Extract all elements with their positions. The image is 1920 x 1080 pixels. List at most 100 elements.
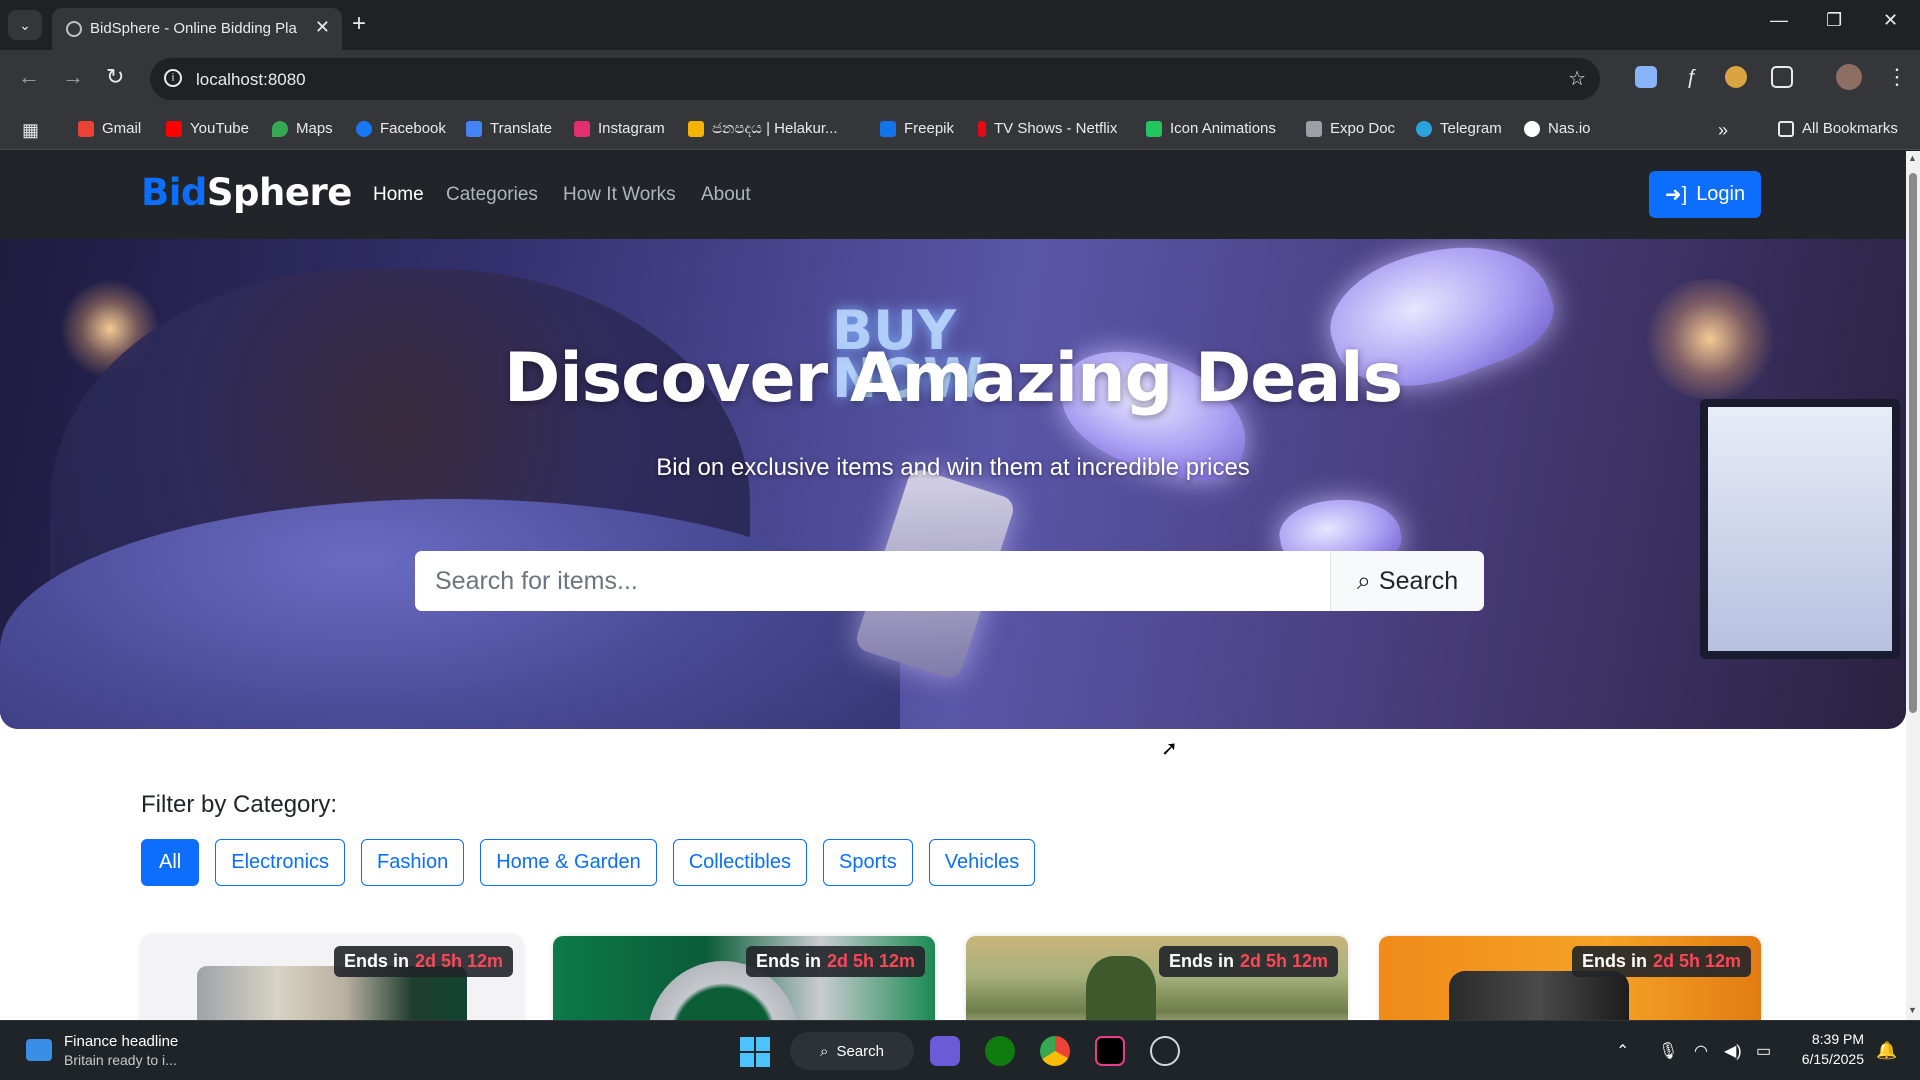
news-subtitle[interactable]: Britain ready to i... — [64, 1052, 177, 1068]
page-scrollbar[interactable]: ▲ ▼ — [1906, 151, 1920, 1020]
netflix-icon — [978, 120, 986, 137]
more-bookmarks-icon[interactable]: » — [1718, 120, 1728, 141]
search-icon: ⌕ — [820, 1042, 829, 1060]
hero-subtitle: Bid on exclusive items and win them at i… — [656, 454, 1250, 481]
bookmark-helakuru[interactable]: ජනපදය | Helakur... — [688, 120, 838, 137]
reload-icon[interactable]: ↻ — [106, 64, 124, 90]
bookmark-telegram[interactable]: Telegram — [1416, 120, 1502, 137]
battery-icon[interactable]: ▭ — [1756, 1041, 1771, 1061]
tab-title: BidSphere - Online Bidding Pla — [90, 20, 297, 37]
camera-image — [1449, 971, 1629, 1020]
extension-cookie-icon[interactable] — [1725, 66, 1747, 88]
youtube-icon — [166, 120, 182, 137]
filter-home-garden[interactable]: Home & Garden — [480, 839, 657, 886]
tray-overflow-icon[interactable]: ⌃ — [1616, 1041, 1629, 1061]
scroll-down-icon[interactable]: ▼ — [1908, 1005, 1917, 1015]
ends-in-badge: Ends in 2d 5h 12m — [1571, 946, 1751, 977]
news-headline[interactable]: Finance headline — [64, 1033, 178, 1050]
globe-icon — [66, 21, 82, 37]
bookmark-facebook[interactable]: Facebook — [356, 120, 446, 137]
nav-home[interactable]: Home — [373, 184, 424, 206]
filter-collectibles[interactable]: Collectibles — [672, 839, 807, 886]
notification-icon[interactable]: 🔔 — [1876, 1041, 1897, 1061]
xbox-icon[interactable] — [985, 1036, 1015, 1066]
bookmark-icon-animations[interactable]: Icon Animations — [1146, 120, 1276, 137]
ends-in-badge: Ends in 2d 5h 12m — [745, 946, 925, 977]
desk-monitor — [1700, 399, 1900, 659]
scroll-thumb[interactable] — [1909, 173, 1917, 713]
instagram-icon — [574, 120, 590, 137]
expo-icon — [1306, 120, 1322, 137]
restore-icon[interactable]: ❐ — [1826, 10, 1842, 31]
address-bar[interactable]: i localhost:8080 ☆ — [150, 58, 1600, 100]
taskbar-search[interactable]: ⌕ Search — [790, 1032, 914, 1070]
telegram-icon — [1416, 120, 1432, 137]
site-logo[interactable]: BidSphere — [141, 171, 352, 214]
url-text[interactable]: localhost:8080 — [196, 70, 306, 90]
all-bookmarks[interactable]: All Bookmarks — [1778, 120, 1898, 137]
category-filters: All Electronics Fashion Home & Garden Co… — [141, 839, 1036, 886]
freepik-icon — [880, 120, 896, 137]
screen-recorder-icon[interactable] — [930, 1036, 960, 1066]
filter-sports[interactable]: Sports — [822, 839, 913, 886]
hero-title: Discover Amazing Deals — [503, 339, 1403, 418]
extensions-puzzle-icon[interactable] — [1771, 66, 1793, 88]
bookmark-netflix[interactable]: TV Shows - Netflix — [978, 120, 1117, 137]
new-tab-icon[interactable]: + — [352, 10, 366, 38]
bookmark-translate[interactable]: Translate — [466, 120, 552, 137]
bookmark-star-icon[interactable]: ☆ — [1568, 66, 1586, 91]
bookmark-expo-doc[interactable]: Expo Doc — [1306, 120, 1395, 137]
obs-icon[interactable] — [1150, 1036, 1180, 1066]
filter-all[interactable]: All — [141, 839, 200, 886]
bookmarks-bar: ▦ Gmail YouTube Maps Facebook Translate … — [0, 108, 1920, 150]
bookmark-instagram[interactable]: Instagram — [574, 120, 665, 137]
search-icon: ⌕ — [1356, 566, 1371, 595]
profile-avatar[interactable] — [1836, 64, 1862, 90]
news-widget-icon[interactable] — [26, 1039, 52, 1061]
bookmark-nasio[interactable]: Nas.io — [1524, 120, 1591, 137]
intellij-icon[interactable] — [1095, 1036, 1125, 1066]
filter-title: Filter by Category: — [141, 791, 338, 818]
browser-tab[interactable]: BidSphere - Online Bidding Pla ✕ — [52, 8, 342, 50]
browser-menu-icon[interactable]: ⋮ — [1886, 64, 1908, 90]
bookmark-youtube[interactable]: YouTube — [166, 120, 249, 137]
tab-search-icon[interactable]: ⌄ — [8, 10, 42, 40]
extension-docs-icon[interactable] — [1635, 66, 1657, 88]
bookmark-maps[interactable]: Maps — [272, 120, 333, 137]
filter-electronics[interactable]: Electronics — [215, 839, 346, 886]
extension-fx-icon[interactable]: ƒ — [1680, 66, 1702, 88]
clock-time[interactable]: 8:39 PM — [1794, 1031, 1864, 1047]
volume-icon[interactable]: ◀) — [1724, 1041, 1742, 1061]
forward-icon[interactable]: → — [62, 64, 84, 90]
login-button[interactable]: ➜] Login — [1649, 171, 1761, 218]
auction-card[interactable]: Ends in 2d 5h 12m — [553, 936, 935, 1020]
scroll-up-icon[interactable]: ▲ — [1908, 153, 1917, 163]
chrome-icon[interactable] — [1040, 1036, 1070, 1066]
window-close-icon[interactable]: ✕ — [1883, 10, 1898, 31]
windows-start-icon[interactable] — [740, 1037, 770, 1067]
bookmark-gmail[interactable]: Gmail — [78, 120, 141, 137]
wifi-icon[interactable]: ◠ — [1694, 1041, 1708, 1061]
ends-in-badge: Ends in 2d 5h 12m — [1158, 946, 1338, 977]
close-tab-icon[interactable]: ✕ — [315, 17, 330, 38]
nav-how-it-works[interactable]: How It Works — [563, 184, 676, 206]
auction-card[interactable]: Ends in 2d 5h 12m — [141, 936, 523, 1020]
nav-categories[interactable]: Categories — [446, 184, 538, 206]
filter-vehicles[interactable]: Vehicles — [928, 839, 1036, 886]
bookmark-freepik[interactable]: Freepik — [880, 120, 954, 137]
site-navbar: BidSphere Home Categories How It Works A… — [0, 151, 1906, 239]
back-icon[interactable]: ← — [18, 64, 40, 90]
hero-banner: BUY NOW Discover Amazing Deals Bid on ex… — [0, 239, 1906, 729]
search-input[interactable] — [415, 551, 1330, 611]
auction-card[interactable]: Ends in 2d 5h 12m — [966, 936, 1348, 1020]
search-button[interactable]: ⌕ Search — [1330, 551, 1484, 611]
clock-date[interactable]: 6/15/2025 — [1794, 1051, 1864, 1067]
site-info-icon[interactable]: i — [164, 69, 182, 87]
filter-fashion[interactable]: Fashion — [361, 839, 465, 886]
page-viewport: BidSphere Home Categories How It Works A… — [0, 151, 1906, 1020]
minimize-icon[interactable]: — — [1770, 10, 1788, 31]
apps-grid-icon[interactable]: ▦ — [22, 120, 39, 141]
microphone-icon[interactable]: 🎙 — [1658, 1041, 1678, 1061]
nav-about[interactable]: About — [701, 184, 751, 206]
auction-card[interactable]: Ends in 2d 5h 12m — [1379, 936, 1761, 1020]
